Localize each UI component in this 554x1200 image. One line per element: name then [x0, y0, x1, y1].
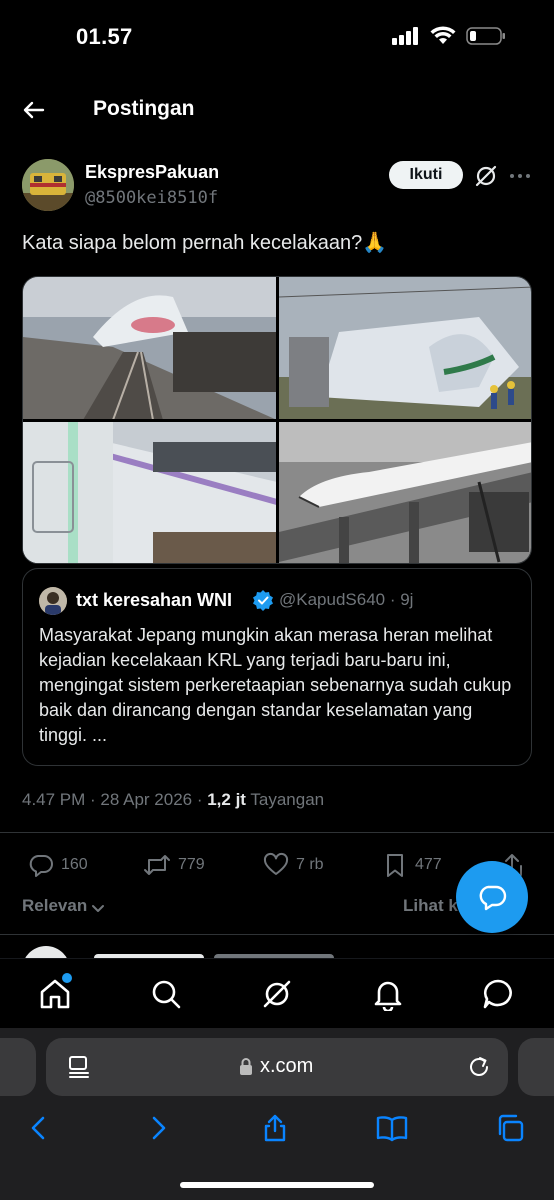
- bookmark-count: 477: [415, 856, 442, 873]
- author-handle[interactable]: @8500kei8510f: [85, 188, 218, 208]
- reload-icon[interactable]: [466, 1054, 492, 1080]
- like-count: 7 rb: [296, 856, 324, 873]
- post-text: Kata siapa belom pernah kecelakaan?🙏: [22, 232, 388, 254]
- media-grid: [22, 276, 532, 564]
- status-icons: [392, 26, 506, 46]
- divider: [0, 832, 554, 833]
- media-image-4[interactable]: [278, 421, 531, 563]
- divider: [0, 934, 554, 935]
- repost-count: 779: [178, 856, 205, 873]
- post-meta: 4.47 PM · 28 Apr 2026 · 1,2 jt Tayangan: [22, 790, 324, 810]
- notification-dot: [62, 973, 72, 983]
- more-options-icon[interactable]: [508, 164, 532, 188]
- post-timestamp: 4.47 PM · 28 Apr 2026 ·: [22, 790, 208, 809]
- bookmarks-book-icon[interactable]: [376, 1113, 408, 1143]
- reply-sort-dropdown[interactable]: Relevan: [22, 896, 87, 916]
- battery-icon: [466, 27, 505, 45]
- reply-icon: [29, 855, 53, 877]
- bookmark-button[interactable]: 477: [382, 852, 442, 878]
- notifications-bell-icon[interactable]: [371, 977, 405, 1011]
- wifi-icon: [430, 26, 456, 44]
- author-avatar[interactable]: [22, 159, 74, 211]
- repost-button[interactable]: 779: [143, 852, 205, 878]
- media-image-1[interactable]: [23, 277, 276, 419]
- repost-icon: [144, 855, 170, 875]
- like-button[interactable]: 7 rb: [263, 852, 324, 878]
- page-menu-icon[interactable]: [66, 1054, 92, 1080]
- tabs-overview-icon[interactable]: [495, 1113, 525, 1143]
- verified-badge-icon: [252, 589, 274, 611]
- quoted-author-name: txt keresahan WNI: [76, 590, 233, 610]
- messages-icon[interactable]: [481, 977, 515, 1011]
- search-icon[interactable]: [149, 977, 183, 1011]
- author-name[interactable]: EkspresPakuan: [85, 162, 219, 183]
- cellular-signal-icon: [392, 27, 418, 45]
- home-indicator[interactable]: [180, 1182, 374, 1188]
- browser-forward-icon[interactable]: [143, 1113, 173, 1143]
- chevron-down-icon[interactable]: [90, 900, 106, 916]
- media-image-3[interactable]: [23, 421, 276, 563]
- view-quotes-link[interactable]: Lihat k: [403, 896, 458, 916]
- grok-icon[interactable]: [260, 977, 294, 1011]
- follow-button[interactable]: Ikuti: [389, 161, 463, 189]
- quoted-author-avatar: [39, 587, 67, 615]
- url-text[interactable]: x.com: [260, 1055, 313, 1078]
- heart-icon: [263, 852, 289, 875]
- lock-icon: [238, 1057, 254, 1075]
- view-count: 1,2 jt: [207, 790, 246, 809]
- next-tab-preview[interactable]: [518, 1038, 554, 1096]
- browser-share-icon[interactable]: [260, 1113, 290, 1143]
- reply-count: 160: [61, 856, 88, 873]
- back-arrow-icon[interactable]: [20, 96, 48, 124]
- quoted-post[interactable]: txt keresahan WNI @KapudS640 · 9j Masyar…: [22, 568, 532, 766]
- browser-back-icon[interactable]: [24, 1113, 54, 1143]
- reply-bubble-icon: [479, 885, 507, 911]
- reply-button[interactable]: 160: [28, 852, 88, 878]
- quoted-author-handle: @KapudS640 · 9j: [279, 590, 414, 609]
- action-bar: 160 779 7 rb 477: [22, 852, 532, 880]
- grok-icon[interactable]: [473, 163, 499, 189]
- status-time: 01.57: [76, 24, 133, 49]
- page-title: Postingan: [93, 97, 195, 120]
- media-image-2[interactable]: [278, 277, 531, 419]
- previous-tab-preview[interactable]: [0, 1038, 36, 1096]
- compose-reply-fab[interactable]: [456, 861, 528, 933]
- bottom-navigation: [0, 958, 554, 1028]
- bookmark-icon: [387, 854, 403, 877]
- views-label: Tayangan: [245, 790, 325, 809]
- quoted-post-text: Masyarakat Jepang mungkin akan merasa he…: [39, 625, 512, 745]
